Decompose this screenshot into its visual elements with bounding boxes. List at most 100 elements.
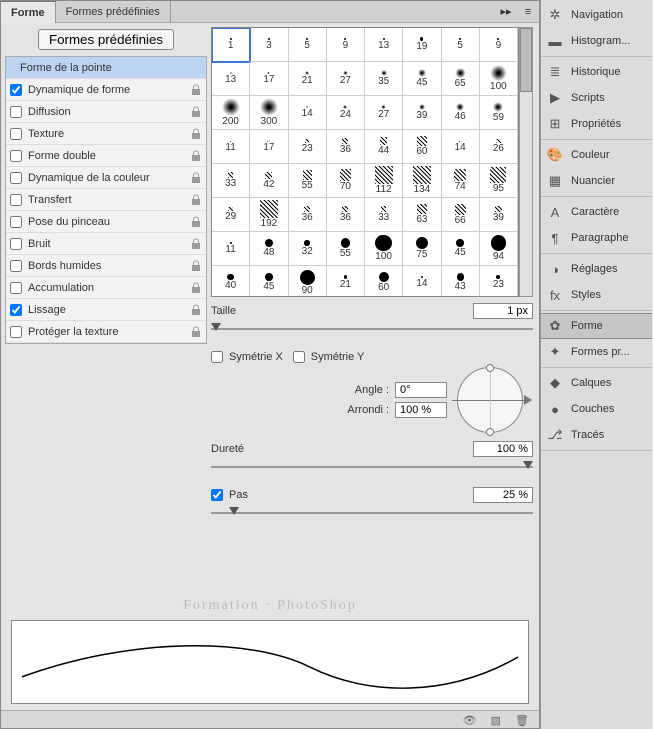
brush-preset-cell[interactable]: 39	[403, 96, 441, 130]
tab-formes-predefinies[interactable]: Formes prédéfinies	[56, 1, 171, 23]
setting-pose-du-pinceau[interactable]: Pose du pinceau	[6, 211, 206, 233]
brush-preset-cell[interactable]: 11	[212, 130, 250, 164]
brush-preset-cell[interactable]: 14	[442, 130, 480, 164]
flip-x-checkbox[interactable]	[211, 351, 223, 363]
angle-input[interactable]	[395, 382, 447, 398]
setting-forme-double[interactable]: Forme double	[6, 145, 206, 167]
brush-preset-cell[interactable]: 300	[250, 96, 288, 130]
spacing-input[interactable]	[473, 487, 533, 503]
brush-preset-cell[interactable]: 9	[480, 28, 518, 62]
brush-preset-cell[interactable]: 13	[212, 62, 250, 96]
setting-bords-humides[interactable]: Bords humides	[6, 255, 206, 277]
dock-item-histogram-[interactable]: ▬Histogram...	[541, 28, 652, 54]
setting-checkbox[interactable]	[10, 216, 22, 228]
brush-preset-cell[interactable]: 63	[403, 198, 441, 232]
setting-checkbox[interactable]	[10, 172, 22, 184]
brush-grid-scrollbar[interactable]	[519, 27, 533, 297]
brush-preset-cell[interactable]: 11	[212, 232, 250, 266]
dock-item-caract-re[interactable]: ACaractère	[541, 199, 652, 225]
angle-control[interactable]	[457, 367, 523, 433]
brush-preset-cell[interactable]: 45	[442, 232, 480, 266]
brush-preset-cell[interactable]: 23	[289, 130, 327, 164]
brush-preset-cell[interactable]: 43	[442, 266, 480, 297]
brush-preset-cell[interactable]: 36	[289, 198, 327, 232]
new-preset-icon[interactable]: ▧	[491, 714, 501, 725]
setting-checkbox[interactable]	[10, 106, 22, 118]
brush-preset-cell[interactable]: 44	[365, 130, 403, 164]
brush-preset-cell[interactable]: 26	[480, 130, 518, 164]
brush-preset-cell[interactable]: 14	[403, 266, 441, 297]
brush-preset-cell[interactable]: 17	[250, 62, 288, 96]
panel-menu-icon[interactable]: ≡	[517, 6, 539, 18]
toggle-preview-icon[interactable]: 👁	[463, 714, 477, 725]
hardness-slider[interactable]	[211, 459, 533, 475]
brush-preset-cell[interactable]: 13	[365, 28, 403, 62]
brush-preset-cell[interactable]: 29	[212, 198, 250, 232]
setting-checkbox[interactable]	[10, 326, 22, 338]
brush-preset-cell[interactable]: 95	[480, 164, 518, 198]
setting-checkbox[interactable]	[10, 150, 22, 162]
setting-checkbox[interactable]	[10, 282, 22, 294]
brush-preset-cell[interactable]: 17	[250, 130, 288, 164]
brush-preset-cell[interactable]: 59	[480, 96, 518, 130]
brush-preset-cell[interactable]: 3	[250, 28, 288, 62]
tab-forme[interactable]: Forme	[1, 1, 56, 23]
brush-preset-cell[interactable]: 66	[442, 198, 480, 232]
setting-checkbox[interactable]	[10, 128, 22, 140]
brush-preset-cell[interactable]: 27	[327, 62, 365, 96]
dock-item-calques[interactable]: ◆Calques	[541, 370, 652, 396]
brush-preset-cell[interactable]: 45	[403, 62, 441, 96]
brush-preset-cell[interactable]: 100	[365, 232, 403, 266]
dock-item-formes-pr-[interactable]: ✦Formes pr...	[541, 339, 652, 365]
brush-preset-cell[interactable]: 42	[250, 164, 288, 198]
dock-item-navigation[interactable]: ✲Navigation	[541, 2, 652, 28]
setting-checkbox[interactable]	[10, 260, 22, 272]
brush-preset-cell[interactable]: 192	[250, 198, 288, 232]
brush-preset-cell[interactable]: 27	[365, 96, 403, 130]
brush-preset-cell[interactable]: 23	[480, 266, 518, 297]
brush-preset-cell[interactable]: 90	[289, 266, 327, 297]
setting-dynamique-de-forme[interactable]: Dynamique de forme	[6, 79, 206, 101]
roundness-input[interactable]	[395, 402, 447, 418]
dock-item-forme[interactable]: ✿Forme	[541, 313, 652, 339]
brush-preset-cell[interactable]: 24	[327, 96, 365, 130]
brush-preset-cell[interactable]: 55	[289, 164, 327, 198]
dock-item-r-glages[interactable]: ◑Réglages	[541, 256, 652, 282]
brush-preset-cell[interactable]: 5	[289, 28, 327, 62]
setting-diffusion[interactable]: Diffusion	[6, 101, 206, 123]
dock-item-historique[interactable]: ≣Historique	[541, 59, 652, 85]
dock-item-propri-t-s[interactable]: ⊞Propriétés	[541, 111, 652, 137]
brush-preset-cell[interactable]: 60	[403, 130, 441, 164]
brush-preset-cell[interactable]: 35	[365, 62, 403, 96]
brush-preset-cell[interactable]: 200	[212, 96, 250, 130]
brush-preset-cell[interactable]: 60	[365, 266, 403, 297]
dock-item-trac-s[interactable]: ⎇Tracés	[541, 422, 652, 448]
brush-preset-cell[interactable]: 14	[289, 96, 327, 130]
setting-accumulation[interactable]: Accumulation	[6, 277, 206, 299]
brush-preset-cell[interactable]: 94	[480, 232, 518, 266]
dock-item-styles[interactable]: fxStyles	[541, 282, 652, 308]
dock-item-nuancier[interactable]: ▦Nuancier	[541, 168, 652, 194]
setting-texture[interactable]: Texture	[6, 123, 206, 145]
setting-checkbox[interactable]	[10, 84, 22, 96]
dock-item-couleur[interactable]: 🎨Couleur	[541, 142, 652, 168]
brush-preset-cell[interactable]: 134	[403, 164, 441, 198]
hardness-input[interactable]	[473, 441, 533, 457]
brush-preset-cell[interactable]: 75	[403, 232, 441, 266]
brush-preset-cell[interactable]: 70	[327, 164, 365, 198]
brush-tip-shape[interactable]: Forme de la pointe	[6, 57, 206, 79]
brush-preset-cell[interactable]: 21	[289, 62, 327, 96]
size-slider[interactable]	[211, 321, 533, 337]
size-input[interactable]	[473, 303, 533, 319]
brush-preset-cell[interactable]: 36	[327, 198, 365, 232]
setting-checkbox[interactable]	[10, 238, 22, 250]
dock-item-scripts[interactable]: ▶Scripts	[541, 85, 652, 111]
spacing-slider[interactable]	[211, 505, 533, 521]
brush-preset-cell[interactable]: 36	[327, 130, 365, 164]
collapse-icon[interactable]: ▸▸	[495, 5, 517, 18]
dock-item-paragraphe[interactable]: ¶Paragraphe	[541, 225, 652, 251]
brush-preset-cell[interactable]: 74	[442, 164, 480, 198]
dock-item-couches[interactable]: ●Couches	[541, 396, 652, 422]
setting-transfert[interactable]: Transfert	[6, 189, 206, 211]
brush-preset-cell[interactable]: 55	[327, 232, 365, 266]
